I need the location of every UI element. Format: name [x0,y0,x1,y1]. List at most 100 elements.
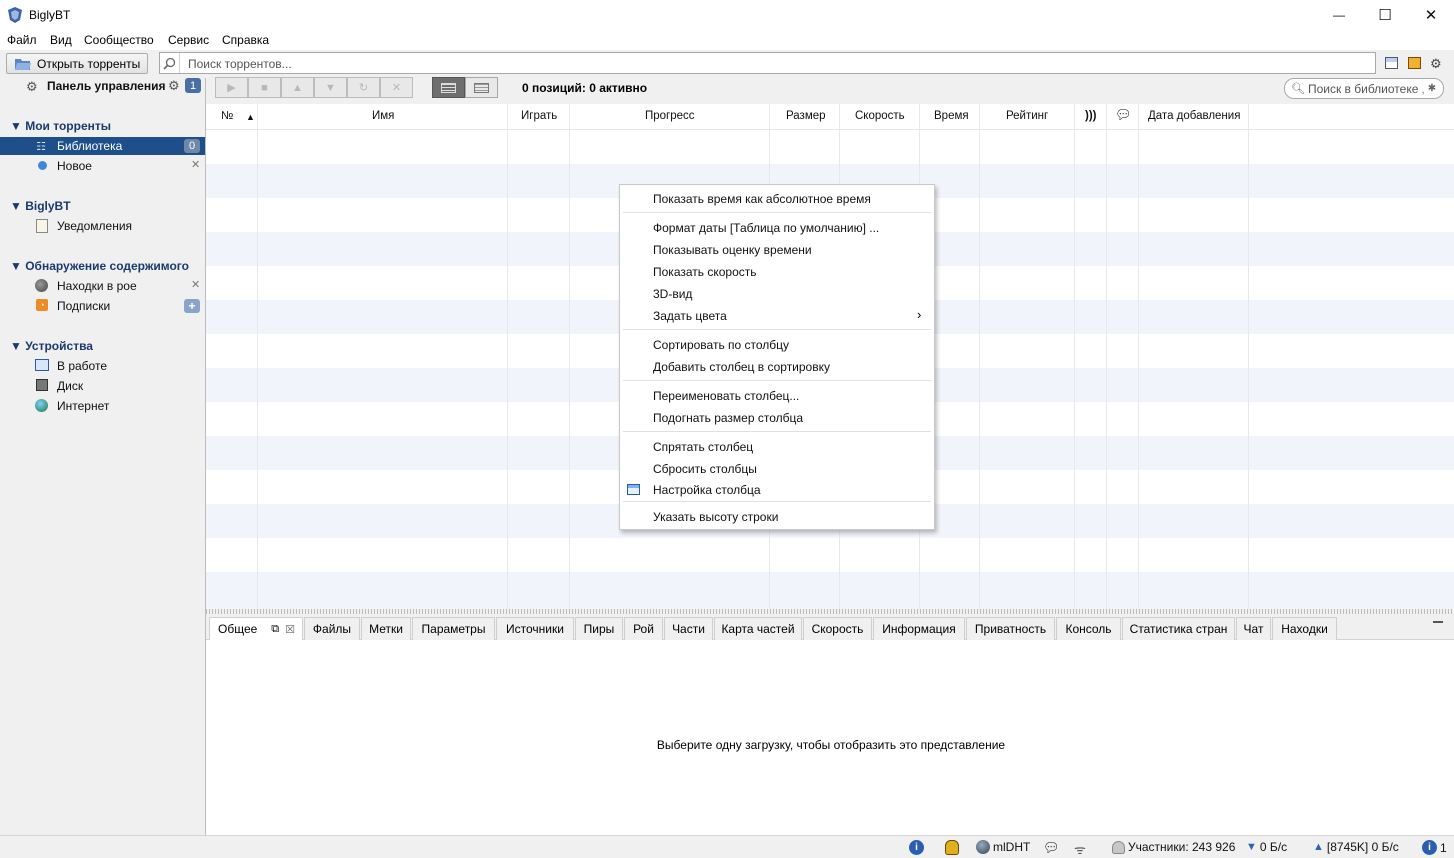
close-tab-icon[interactable]: ☒ [285,623,295,636]
menu-item-hide-column[interactable]: Спрятать столбец [653,440,753,454]
tab-parameters[interactable]: Параметры [412,617,495,640]
menu-item-row-height[interactable]: Указать высоту строки [653,510,778,524]
move-down-button[interactable]: ▼ [314,77,347,98]
simple-view-button[interactable] [465,77,498,98]
add-subscription-icon[interactable]: + [184,299,200,313]
tab-chat[interactable]: Чат [1236,617,1271,640]
open-torrents-button[interactable]: Открыть торренты [6,53,148,74]
tab-files[interactable]: Файлы [304,617,360,640]
wifi-status-icon[interactable]: ᯤ [1074,840,1086,858]
tab-peers[interactable]: Пиры [575,617,623,640]
menu-tools[interactable]: Сервис [168,33,209,47]
menu-item-add-sort-column[interactable]: Добавить столбец в сортировку [653,360,830,374]
biglybt-header[interactable]: ▼ BiglyBT [10,199,71,213]
download-speed-status[interactable]: ▼ 0 Б/с [1246,840,1287,854]
column-divider[interactable] [569,104,570,609]
column-header-progress[interactable]: Прогресс [645,110,695,122]
close-button[interactable]: ✕ [1408,0,1454,30]
menu-item-3d-view[interactable]: 3D-вид [653,287,692,301]
torrent-search-input[interactable]: Поиск торрентов... [188,57,292,71]
my-torrents-header[interactable]: ▼ Мои торренты [10,119,111,133]
column-header-number[interactable]: № [221,110,233,122]
minimize-button[interactable]: — [1316,0,1362,30]
alerts-status[interactable]: i 1 [1422,840,1447,855]
detailed-view-button[interactable] [432,77,465,98]
menu-item-absolute-time[interactable]: Показать время как абсолютное время [653,192,871,206]
sidebar-item-in-progress[interactable]: В работе [57,359,107,373]
remove-button[interactable]: ✕ [380,77,413,98]
popout-icon[interactable]: ⧉ [271,623,279,636]
tab-speed[interactable]: Скорость [803,617,872,640]
sidebar-item-new[interactable]: Новое [57,159,92,173]
devices-header[interactable]: ▼ Устройства [10,339,93,353]
menu-item-fit-column[interactable]: Подогнать размер столбца [653,411,803,425]
comment-bubble-icon[interactable]: 💬︎ [1115,107,1132,123]
column-header-date-added[interactable]: Дата добавления [1148,110,1240,122]
tab-piece-map[interactable]: Карта частей [714,617,802,640]
move-up-button[interactable]: ▲ [281,77,314,98]
close-new-icon[interactable]: ✕ [191,158,200,171]
menu-item-show-time-estimate[interactable]: Показывать оценку времени [653,243,812,257]
torrent-search-box[interactable] [159,52,1376,74]
tab-sources[interactable]: Источники [496,617,574,640]
column-header-rating[interactable]: Рейтинг [1006,110,1048,122]
library-search-input[interactable]: 🔍︎ Поиск в библиотеке , ✱ [1284,78,1444,99]
queue-button[interactable]: ↻ [347,77,380,98]
start-button[interactable]: ▶ [215,77,248,98]
nat-status-icon[interactable] [945,840,959,855]
info-status-icon[interactable]: i [909,840,924,855]
column-divider[interactable] [507,104,508,609]
menu-item-show-speed[interactable]: Показать скорость [653,265,757,279]
clear-search-icon[interactable]: ✱ [1428,83,1436,94]
column-header-time[interactable]: Время [934,110,969,122]
menu-item-column-setup[interactable]: Настройка столбца [653,483,761,497]
column-divider[interactable] [1074,104,1075,609]
column-divider[interactable] [1248,104,1249,609]
dashboard-settings-icon[interactable]: ⚙ [168,78,180,94]
menu-item-sort-by-column[interactable]: Сортировать по столбцу [653,338,789,352]
column-divider[interactable] [1106,104,1107,609]
tab-tags[interactable]: Метки [361,617,411,640]
maximize-button[interactable]: ☐ [1362,0,1408,30]
tab-information[interactable]: Информация [873,617,965,640]
transfer-bar-icon[interactable] [1408,57,1421,69]
close-swarm-finds-icon[interactable]: ✕ [191,278,200,291]
content-discovery-header[interactable]: ▼ Обнаружение содержимого [10,259,189,273]
menu-item-set-colors[interactable]: Задать цвета [653,309,727,323]
column-header-play[interactable]: Играть [521,110,557,122]
menu-item-rename-column[interactable]: Переименовать столбец... [653,389,799,403]
settings-gear-icon[interactable]: ⚙ [1430,56,1442,72]
upload-speed-status[interactable]: ▲ [8745K] 0 Б/с [1313,840,1399,854]
menu-community[interactable]: Сообщество [84,33,154,47]
column-header-speed[interactable]: Скорость [855,110,905,122]
column-header-size[interactable]: Размер [786,110,826,122]
menu-view[interactable]: Вид [50,33,72,47]
column-divider[interactable] [979,104,980,609]
minimize-panel-icon[interactable] [1433,621,1443,623]
menu-help[interactable]: Справка [222,33,269,47]
tab-console[interactable]: Консоль [1056,617,1121,640]
sidebar-item-internet[interactable]: Интернет [57,399,109,413]
peers-status[interactable]: Участники: 243 926 [1112,840,1235,854]
dht-status[interactable]: mlDHT [976,840,1030,854]
menu-file[interactable]: Файл [7,33,37,47]
sidebar-item-disk[interactable]: Диск [57,379,83,393]
tab-privacy[interactable]: Приватность [966,617,1055,640]
stop-button[interactable]: ■ [248,77,281,98]
column-divider[interactable] [257,104,258,609]
dashboard-label[interactable]: Панель управления [47,79,165,93]
tab-swarm[interactable]: Рой [624,617,663,640]
tab-country-stats[interactable]: Статистика стран [1122,617,1235,640]
menu-item-reset-columns[interactable]: Сбросить столбцы [653,462,757,476]
menu-item-date-format[interactable]: Формат даты [Таблица по умолчанию] ... [653,221,879,235]
tab-pieces[interactable]: Части [664,617,713,640]
column-header-name[interactable]: Имя [372,110,394,122]
tab-finds[interactable]: Находки [1272,617,1337,640]
sidebar-item-subscriptions[interactable]: Подписки [57,299,110,313]
rss-column-icon[interactable]: ))) [1085,110,1097,122]
view-mode-icon[interactable] [1385,57,1398,69]
chat-status-icon[interactable]: 💬︎ [1043,840,1060,856]
sidebar-item-swarm-finds[interactable]: Находки в рое [57,279,137,293]
sidebar-item-notifications[interactable]: Уведомления [57,219,132,233]
tab-general[interactable]: Общее ⧉ ☒ [209,617,303,640]
